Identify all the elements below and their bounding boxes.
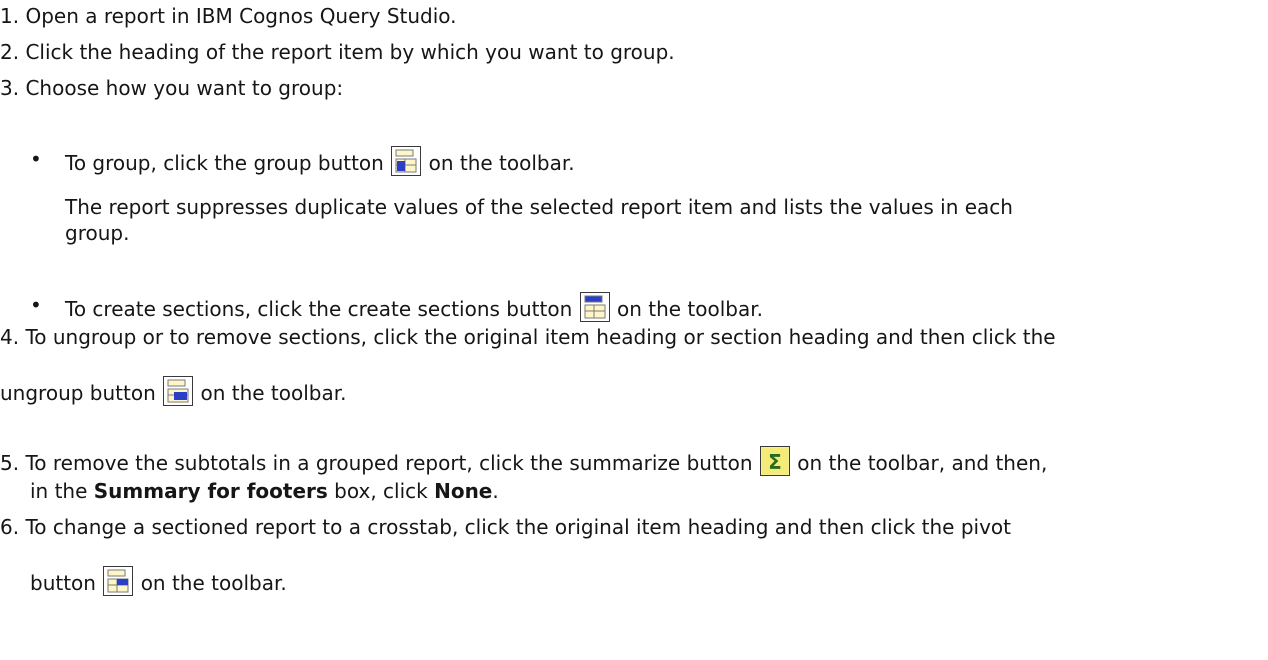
group-icon [391,146,422,176]
create-sections-icon [579,292,610,322]
step-2: 2. Click the heading of the report item … [0,39,675,65]
step-text: in the [30,479,88,503]
step-number: 5. [0,451,20,475]
step-text: To ungroup or to remove sections, click … [25,325,1056,349]
step-text: To change a sectioned report to a crosst… [25,515,1012,539]
step-4-continued: ungroup button on the toolbar. [0,376,347,406]
step-number: 1. [0,4,20,28]
option-text-post: on the toolbar. [428,151,575,175]
step-text-pre: button [30,571,96,595]
step-number: 2. [0,40,20,64]
step-text-post: on the toolbar. [140,571,287,595]
option-note-line-1: The report suppresses duplicate values o… [65,195,1013,219]
step-text-pre: ungroup button [0,381,156,405]
step-number: 6. [0,515,20,539]
step-text: Open a report in IBM Cognos Query Studio… [25,4,457,28]
step-6: 6. To change a sectioned report to a cro… [0,514,1011,540]
bullet-glyph: • [30,293,42,317]
step-5-continued: in the Summary for footers box, click No… [30,478,499,504]
step-text-post: on the toolbar. [200,381,347,405]
ungroup-icon [163,376,194,406]
step-3: 3. Choose how you want to group: [0,75,343,101]
summarize-icon: Σ [759,446,790,476]
step-4: 4. To ungroup or to remove sections, cli… [0,324,1056,350]
step-text: Click the heading of the report item by … [25,40,675,64]
pivot-icon [103,566,134,596]
step-1: 1. Open a report in IBM Cognos Query Stu… [0,3,457,29]
option-text-pre: To group, click the group button [65,151,384,175]
step-3-option-group: To group, click the group button on the … [65,146,575,176]
step-3-option-sections: To create sections, click the create sec… [65,292,763,322]
step-number: 3. [0,76,20,100]
step-6-continued: button on the toolbar. [30,566,287,596]
svg-text:Σ: Σ [768,450,782,474]
step-text-post: on the toolbar, and then, [797,451,1048,475]
step-text-pre: To remove the subtotals in a grouped rep… [25,451,753,475]
step-text: box, click [334,479,428,503]
period: . [492,479,499,503]
step-5: 5. To remove the subtotals in a grouped … [0,446,1047,476]
ui-label-summary-for-footers: Summary for footers [93,479,328,503]
bullet-glyph: • [30,147,42,171]
option-note-line-2: group. [65,221,130,245]
step-text: Choose how you want to group: [25,76,344,100]
ui-label-none: None [434,479,493,503]
step-number: 4. [0,325,20,349]
option-text-post: on the toolbar. [616,297,763,321]
option-text-pre: To create sections, click the create sec… [65,297,573,321]
